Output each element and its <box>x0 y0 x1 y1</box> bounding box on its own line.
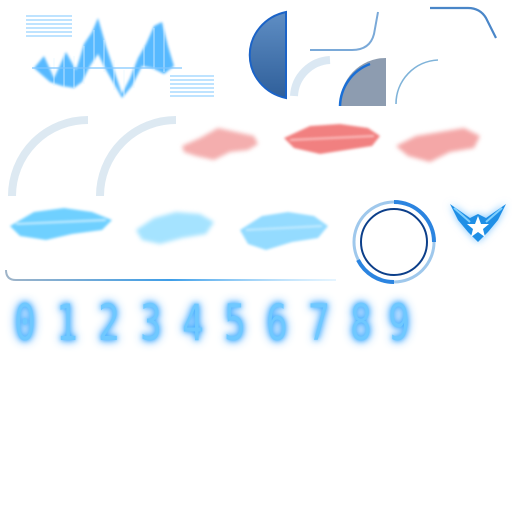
digit-2: 2 <box>98 294 120 352</box>
ring-icon <box>352 200 436 285</box>
arc-frame-icon <box>290 56 331 97</box>
corner-lines <box>290 4 502 54</box>
ship-silhouette-icon <box>240 212 328 250</box>
ship-silhouette-icon <box>182 128 258 160</box>
arc-frame-icon <box>8 116 89 197</box>
ship-ghost-red-1 <box>178 120 262 166</box>
digit-1: 1 <box>56 294 78 352</box>
digit-0: 0 <box>14 294 36 352</box>
quarter-panel-large <box>236 10 288 100</box>
small-quarter-gray <box>336 56 390 108</box>
arc-frame-icon <box>96 116 177 197</box>
small-arc-pale <box>290 56 334 98</box>
digit-9: 9 <box>388 294 410 352</box>
ship-ghost-red-2 <box>280 118 384 162</box>
small-arc-blue <box>392 56 442 106</box>
waveform-icon <box>26 15 214 98</box>
digit-3: 3 <box>140 294 162 352</box>
divider-line <box>4 266 338 286</box>
quarter-circle-icon <box>338 57 386 107</box>
winged-emblem <box>448 200 508 246</box>
waveform-panel <box>14 8 224 104</box>
digit-5: 5 <box>224 294 246 352</box>
target-ring <box>350 198 440 288</box>
digit-6: 6 <box>266 294 288 352</box>
arc-frame-left <box>4 112 90 198</box>
divider-line-icon <box>5 269 336 281</box>
ship-silhouette-icon <box>10 208 112 240</box>
ship-silhouette-icon <box>136 212 214 244</box>
arc-frame-icon <box>395 59 439 105</box>
arc-frame-right <box>92 112 178 198</box>
digit-strip: 0 1 2 3 4 5 6 7 8 9 <box>6 292 416 354</box>
ship-ghost-blue-3 <box>236 204 332 258</box>
ship-ghost-red-3 <box>392 122 486 168</box>
quarter-circle-icon <box>248 10 287 100</box>
ship-ghost-blue-1 <box>6 200 118 246</box>
corner-line-icon <box>310 6 497 51</box>
ship-silhouette-icon <box>284 124 380 154</box>
ship-silhouette-icon <box>396 128 480 162</box>
ship-ghost-blue-2 <box>132 202 218 250</box>
digit-8: 8 <box>350 294 372 352</box>
winged-star-emblem-icon <box>450 204 506 242</box>
digit-4: 4 <box>182 294 204 352</box>
digit-7: 7 <box>308 294 330 352</box>
